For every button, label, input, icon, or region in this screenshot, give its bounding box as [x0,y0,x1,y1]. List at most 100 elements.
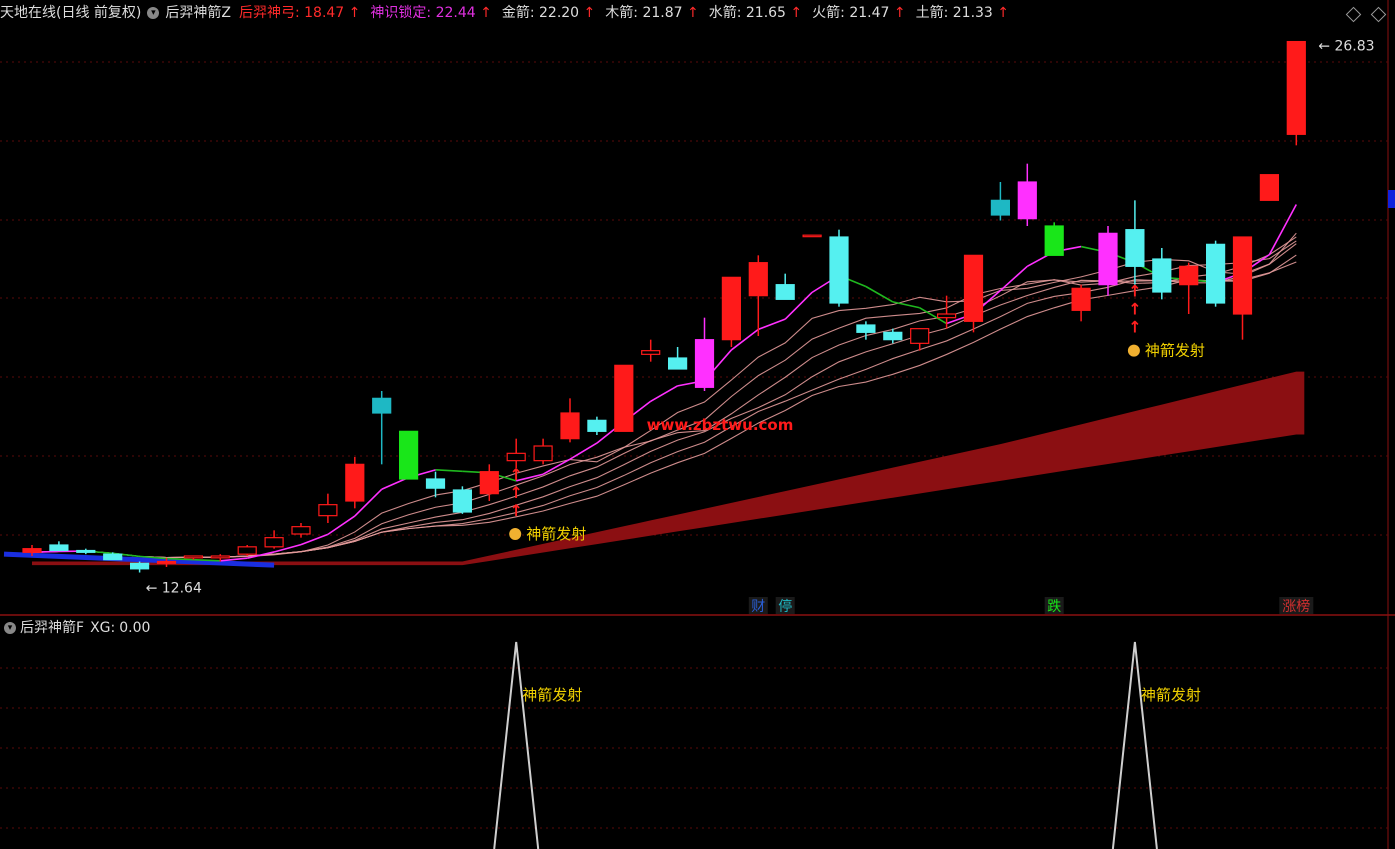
low-price-label: ← 12.64 [146,581,202,597]
ma-line-16 [31,254,1297,559]
ma-line-14 [31,243,1297,559]
up-arrow-icon: ↑ [997,5,1010,21]
up-arrow-icon: ↑ [509,483,522,502]
candle-body [936,313,957,319]
candle-body [49,544,69,552]
stock-title[interactable]: 天地在线(日线 前复权) [0,5,141,21]
up-arrow-icon: ↑ [893,5,906,21]
candle-body [1044,225,1064,256]
ma5-segment [166,557,194,561]
candle-body [372,397,392,414]
candlestick-chart[interactable]: ← 26.83← 12.64www.zbztwu.com↑↑↑神箭发射神箭发射↑… [0,0,1395,849]
candle-body [399,430,419,480]
long-term-band [32,371,1305,566]
up-arrow-icon: ↑ [1128,282,1141,301]
status-badge: 停 [778,598,792,615]
candle-body [802,234,822,238]
collapse-icon[interactable]: ▾ [4,622,16,634]
candle-body [1017,181,1037,220]
candle-body [533,445,553,462]
candle-body [587,419,607,432]
candle-body [237,546,257,555]
up-arrow-icon: ↑ [509,465,522,484]
candle-body [990,199,1011,216]
candle-body [1232,236,1253,315]
candle-body [210,555,230,559]
header-value-6: 土箭: 21.33 ↑ [915,5,1010,21]
candle-body [1286,40,1306,135]
xg-value: 0.00 [119,620,151,636]
ma5-segment [999,265,1028,292]
candle-body [103,553,123,561]
price-axis-marker [1388,190,1395,208]
ma5-segment [865,285,894,303]
candle-body [1152,258,1172,293]
header-value-2: 金箭: 22.20 ↑ [501,5,596,21]
candle-body [1205,243,1226,304]
up-arrow-icon: ↑ [686,5,699,21]
ma5-segment [193,558,221,562]
candle-body [264,537,284,548]
sub-indicator-name[interactable]: 后羿神箭F [20,620,84,636]
header-value-3: 木箭: 21.87 ↑ [605,5,699,21]
ma5-segment [758,318,786,331]
spike-label: 神箭发射 [522,686,582,704]
header-value-4: 水箭: 21.65 ↑ [708,5,803,21]
ma5-segment [220,557,248,562]
ma5-segment [650,385,678,402]
hand-pointer-icon [1127,344,1140,357]
candle-body [479,471,499,495]
candle-body [156,560,177,564]
indicator-values: 后羿神弓: 18.47 ↑ 神识锁定: 22.44 ↑ 金箭: 22.20 ↑ 木箭:… [239,5,1019,21]
header-value-1: 神识锁定: 22.44 ↑ [370,5,492,21]
candle-body [76,549,96,553]
candle-body [425,478,446,489]
candle-body [910,328,930,344]
candle-body [694,339,715,388]
candle-body [721,276,742,341]
main-header: 天地在线(日线 前复权) ▾ 后羿神箭Z 后羿神弓: 18.47 ↑ 神识锁定: 22.… [0,2,1025,24]
status-badge: 涨榜 [1282,598,1310,615]
candle-body [345,463,365,502]
up-arrow-icon: ↑ [1128,300,1141,319]
xg-label: XG: [90,620,116,636]
header-value-0: 后羿神弓: 18.47 ↑ [238,5,361,21]
signal-label: 神箭发射 [526,525,586,543]
status-badge: 跌 [1047,599,1061,615]
ma5-segment [569,442,598,460]
candle-body [291,526,311,535]
candle-body [22,548,42,553]
candle-body [856,324,876,333]
up-arrow-icon: ↑ [509,501,522,520]
watermark-text: www.zbztwu.com [647,416,794,434]
candle-body [560,412,580,440]
candle-body [775,284,795,300]
ma5-segment [300,533,329,546]
ma-line-18 [31,261,1297,559]
candle-body [1179,265,1199,286]
collapse-icon[interactable]: ▾ [147,7,160,19]
candle-body [506,452,526,462]
signal-spike [1111,641,1158,849]
ma-line-10 [31,240,1297,559]
candle-body [748,262,768,297]
indicator-name[interactable]: 后羿神箭Z [165,5,231,21]
up-arrow-icon: ↑ [480,5,492,21]
candle-body [1125,229,1145,267]
ma5-segment [327,515,356,536]
candle-body [614,364,634,432]
candle-body [641,350,661,355]
candle-body [963,254,984,322]
header-value-5: 火箭: 21.47 ↑ [812,5,906,21]
candle-body [829,236,849,304]
chart-stage[interactable]: ← 26.83 ← 12.64 www.zbztwu.com ↑ ↑ ↑ 神箭发射 神箭发射 ↑… [0,0,1395,849]
up-arrow-icon: ↑ [348,5,361,21]
candle-body [452,489,472,513]
candle-body [1259,174,1280,201]
ma5-segment [435,469,463,473]
candle-body [1098,232,1118,286]
hand-pointer-icon [509,528,522,540]
ma5-segment [892,301,920,309]
candle-body [130,562,150,570]
up-arrow-icon: ↑ [1128,318,1141,337]
